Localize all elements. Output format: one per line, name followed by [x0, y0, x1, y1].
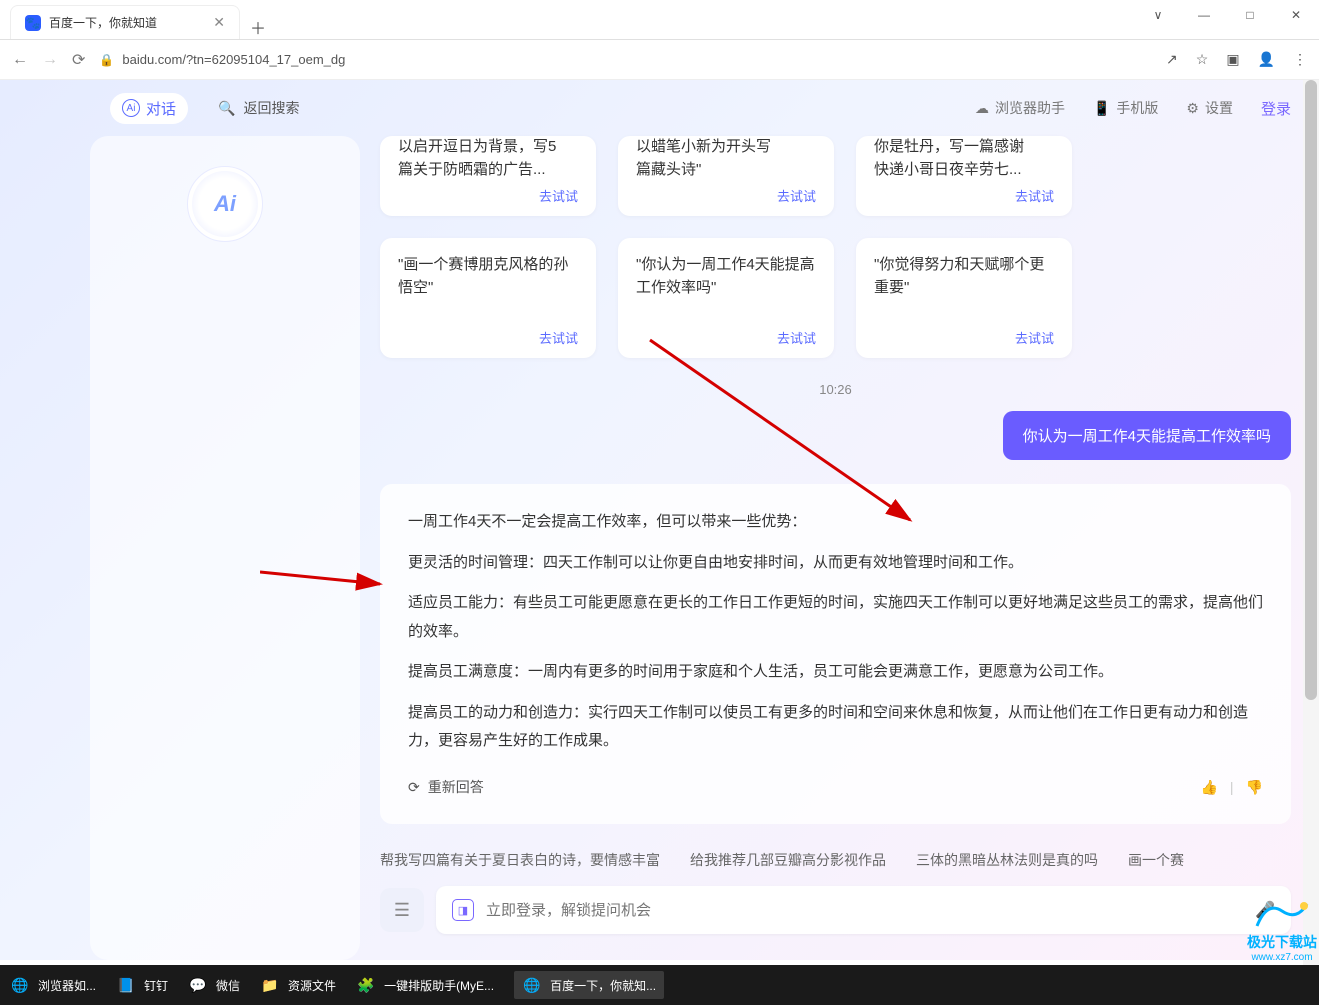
prompt-card[interactable]: "你觉得努力和天赋哪个更重要" 去试试	[856, 238, 1072, 358]
share-icon[interactable]: ↗	[1166, 51, 1178, 68]
ai-chat-pill[interactable]: Ai 对话	[110, 93, 188, 124]
prompt-card[interactable]: 以启开逗日为背景，写5 篇关于防晒霜的广告... 去试试	[380, 136, 596, 216]
answer-paragraph: 适应员工能力：有些员工可能更愿意在更长的工作日工作更短的时间，实施四天工作制可以…	[408, 589, 1263, 646]
browser-menu-icon[interactable]: ⋮	[1293, 51, 1307, 68]
prompt-card[interactable]: "画一个赛博朋克风格的孙悟空" 去试试	[380, 238, 596, 358]
browser-tab[interactable]: 🐾 百度一下，你就知道 ✕	[10, 5, 240, 39]
left-panel: Ai	[90, 136, 360, 960]
login-button[interactable]: 登录	[1261, 98, 1291, 119]
panel-icon[interactable]: ▣	[1226, 51, 1239, 68]
answer-paragraph: 一周工作4天不一定会提高工作效率，但可以带来一些优势：	[408, 508, 1263, 537]
timestamp: 10:26	[380, 382, 1291, 397]
prompt-card[interactable]: 你是牡丹，写一篇感谢 快递小哥日夜辛劳七... 去试试	[856, 136, 1072, 216]
answer-paragraph: 提高员工满意度：一周内有更多的时间用于家庭和个人生活，员工可能会更满意工作，更愿…	[408, 658, 1263, 687]
suggestion-chip[interactable]: 给我推荐几部豆瓣高分影视作品	[690, 850, 886, 870]
app-icon: 🧩	[356, 975, 376, 995]
ai-pill-icon: Ai	[122, 99, 140, 117]
taskbar-item[interactable]: 📁资源文件	[260, 975, 336, 995]
taskbar-item[interactable]: 🌐浏览器如...	[10, 975, 96, 995]
page-topbar: Ai 对话 🔍 返回搜索 ☁ 浏览器助手 📱 手机版 ⚙ 设置 登录	[0, 80, 1319, 136]
window-controls: ∨ — □ ✕	[1135, 0, 1319, 30]
ai-pill-label: 对话	[146, 98, 176, 119]
suggestion-row: 帮我写四篇有关于夏日表白的诗，要情感丰富 给我推荐几部豆瓣高分影视作品 三体的黑…	[380, 850, 1291, 870]
thumbs-down-icon[interactable]: 👎	[1246, 774, 1263, 801]
try-button[interactable]: 去试试	[539, 187, 578, 207]
cube-icon: ◨	[452, 899, 474, 921]
input-menu-button[interactable]: ☰	[380, 888, 424, 932]
mobile-link[interactable]: 📱 手机版	[1093, 98, 1158, 118]
search-icon: 🔍	[218, 100, 235, 117]
back-search-label: 返回搜索	[243, 98, 299, 118]
browser-scrollbar[interactable]	[1303, 80, 1319, 965]
browser-helper-link[interactable]: ☁ 浏览器助手	[975, 98, 1065, 118]
tab-favicon: 🐾	[25, 15, 41, 31]
lock-icon: 🔒	[99, 53, 114, 67]
address-url: baidu.com/?tn=62095104_17_oem_dg	[122, 52, 345, 67]
browser-toolbar: ← → ⟳ 🔒 baidu.com/?tn=62095104_17_oem_dg…	[0, 40, 1319, 80]
window-close[interactable]: ✕	[1273, 0, 1319, 30]
bookmark-icon[interactable]: ☆	[1196, 51, 1209, 68]
app-icon: 📁	[260, 975, 280, 995]
window-minimize[interactable]: —	[1181, 0, 1227, 30]
try-button[interactable]: 去试试	[777, 329, 816, 349]
cloud-icon: ☁	[975, 100, 989, 117]
regenerate-button[interactable]: 重新回答	[428, 774, 484, 801]
profile-icon[interactable]: 👤	[1258, 51, 1275, 68]
input-row: ☰ ◨ 🎤	[380, 886, 1291, 934]
site-watermark: 极光下载站 www.xz7.com	[1247, 896, 1317, 963]
app-icon: 🌐	[522, 975, 542, 995]
try-button[interactable]: 去试试	[1015, 187, 1054, 207]
phone-icon: 📱	[1093, 100, 1110, 117]
chat-input-box[interactable]: ◨ 🎤	[436, 886, 1291, 934]
scrollbar-thumb[interactable]	[1305, 80, 1317, 700]
try-button[interactable]: 去试试	[777, 187, 816, 207]
try-button[interactable]: 去试试	[539, 329, 578, 349]
taskbar-item[interactable]: 📘钉钉	[116, 975, 168, 995]
page-body: Ai 对话 🔍 返回搜索 ☁ 浏览器助手 📱 手机版 ⚙ 设置 登录 Ai	[0, 80, 1319, 960]
window-prev-icon[interactable]: ∨	[1135, 0, 1181, 30]
window-titlebar: 🐾 百度一下，你就知道 ✕ ＋ ∨ — □ ✕	[0, 0, 1319, 40]
app-icon: 🌐	[10, 975, 30, 995]
thumbs-up-icon[interactable]: 👍	[1200, 774, 1217, 801]
taskbar-item[interactable]: 💬微信	[188, 975, 240, 995]
gear-icon: ⚙	[1186, 100, 1199, 117]
chat-column: 以启开逗日为背景，写5 篇关于防晒霜的广告... 去试试 以蜡笔小新为开头写 篇…	[380, 136, 1291, 960]
prompt-card[interactable]: "你认为一周工作4天能提高工作效率吗" 去试试	[618, 238, 834, 358]
new-tab-button[interactable]: ＋	[250, 15, 266, 39]
suggestion-chip[interactable]: 画一个赛	[1128, 850, 1184, 870]
try-button[interactable]: 去试试	[1015, 329, 1054, 349]
user-message-bubble: 你认为一周工作4天能提高工作效率吗	[1003, 411, 1291, 460]
address-bar[interactable]: 🔒 baidu.com/?tn=62095104_17_oem_dg	[99, 52, 345, 67]
cards-row-top: 以启开逗日为背景，写5 篇关于防晒霜的广告... 去试试 以蜡笔小新为开头写 篇…	[380, 136, 1291, 216]
answer-paragraph: 更灵活的时间管理：四天工作制可以让你更自由地安排时间，从而更有效地管理时间和工作…	[408, 549, 1263, 578]
back-to-search[interactable]: 🔍 返回搜索	[218, 98, 299, 118]
tab-title: 百度一下，你就知道	[49, 14, 157, 31]
cards-row-mid: "画一个赛博朋克风格的孙悟空" 去试试 "你认为一周工作4天能提高工作效率吗" …	[380, 238, 1291, 358]
answer-paragraph: 提高员工的动力和创造力：实行四天工作制可以使员工有更多的时间和空间来休息和恢复，…	[408, 699, 1263, 756]
nav-forward-button[interactable]: →	[42, 51, 58, 69]
app-icon: 💬	[188, 975, 208, 995]
tab-close-button[interactable]: ✕	[213, 14, 225, 31]
taskbar-item[interactable]: 🌐百度一下，你就知...	[514, 971, 664, 999]
window-maximize[interactable]: □	[1227, 0, 1273, 30]
refresh-icon[interactable]: ⟳	[408, 774, 420, 801]
nav-reload-button[interactable]: ⟳	[72, 50, 85, 70]
taskbar-item[interactable]: 🧩一键排版助手(MyE...	[356, 975, 494, 995]
app-icon: 📘	[116, 975, 136, 995]
assistant-answer: 一周工作4天不一定会提高工作效率，但可以带来一些优势： 更灵活的时间管理：四天工…	[380, 484, 1291, 824]
settings-link[interactable]: ⚙ 设置	[1186, 98, 1233, 118]
chat-input[interactable]	[486, 902, 1243, 919]
suggestion-chip[interactable]: 三体的黑暗丛林法则是真的吗	[916, 850, 1098, 870]
windows-taskbar[interactable]: 🌐浏览器如... 📘钉钉 💬微信 📁资源文件 🧩一键排版助手(MyE... 🌐百…	[0, 965, 1319, 1005]
ai-logo: Ai	[187, 166, 263, 242]
suggestion-chip[interactable]: 帮我写四篇有关于夏日表白的诗，要情感丰富	[380, 850, 660, 870]
nav-back-button[interactable]: ←	[12, 51, 28, 69]
prompt-card[interactable]: 以蜡笔小新为开头写 篇藏头诗" 去试试	[618, 136, 834, 216]
